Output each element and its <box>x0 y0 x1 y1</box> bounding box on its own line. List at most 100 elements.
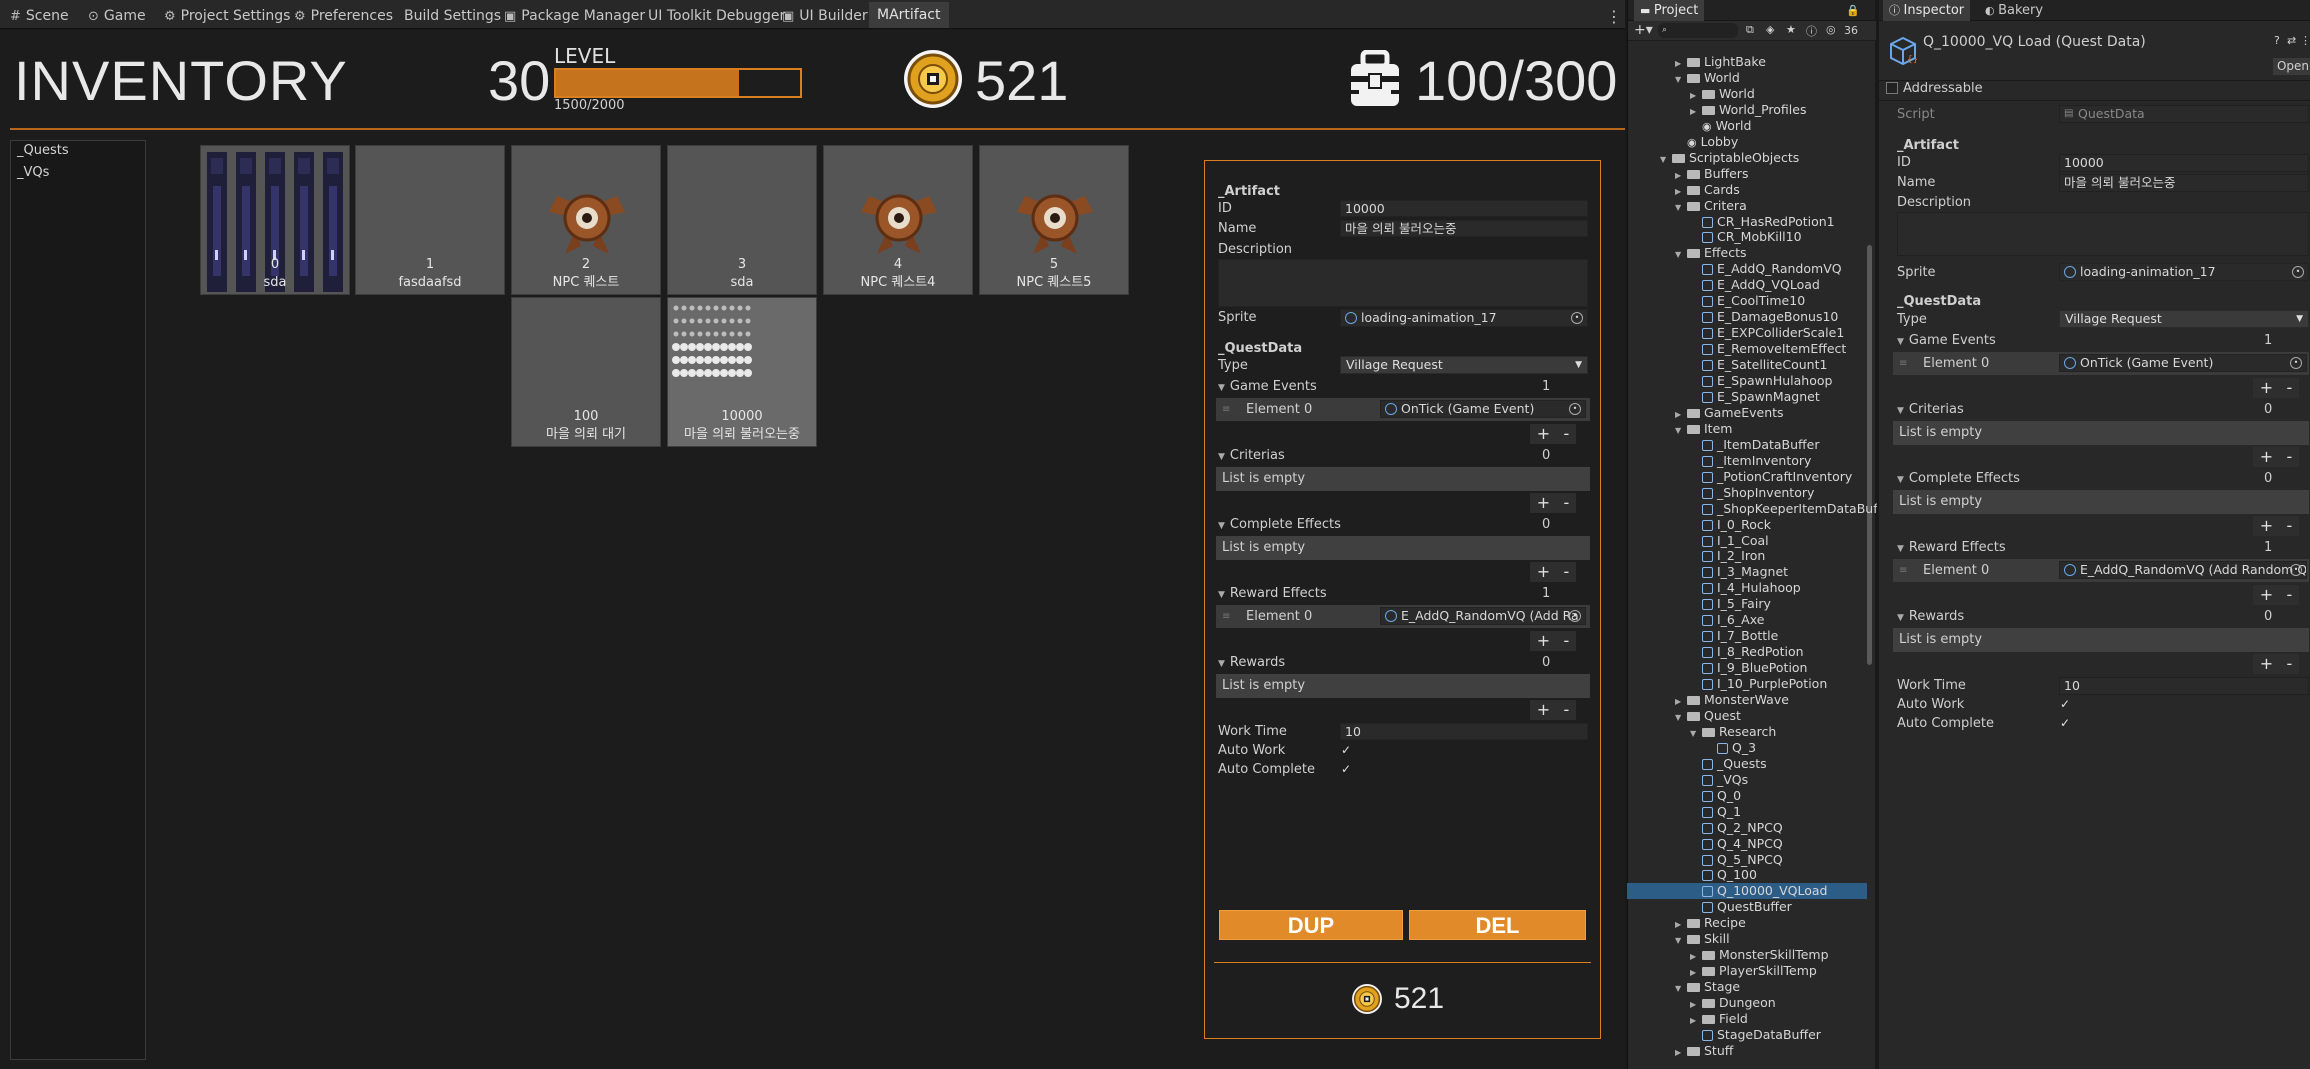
tree-expand-arrow-icon[interactable]: ▼ <box>1675 200 1687 216</box>
item-card[interactable]: 100 마을 의뢰 대기 <box>511 297 661 447</box>
tree-asset-item[interactable]: ◉ Lobby <box>1675 134 1738 150</box>
remove-icon[interactable]: - <box>2287 380 2293 396</box>
remove-icon[interactable]: - <box>2287 656 2293 672</box>
dup-button[interactable]: DUP <box>1219 910 1403 940</box>
drag-handle-icon[interactable]: ≡ <box>1899 352 1907 375</box>
drag-handle-icon[interactable]: ≡ <box>1222 398 1230 421</box>
add-icon[interactable]: + <box>2260 449 2273 465</box>
tree-expand-arrow-icon[interactable]: ▼ <box>1675 933 1687 949</box>
tree-asset-item[interactable]: _ItemInventory <box>1690 453 1811 469</box>
type-dropdown[interactable]: Village Request ▼ <box>1340 356 1588 374</box>
tree-asset-item[interactable]: Q_5_NPCQ <box>1690 852 1783 868</box>
game-events-foldout[interactable]: ▼ Game Events <box>1218 379 1317 394</box>
id-field[interactable]: 10000 <box>2059 154 2309 172</box>
tab-inspector[interactable]: ⓘ Inspector <box>1883 0 1971 21</box>
remove-icon[interactable]: - <box>2287 518 2293 534</box>
tree-folder-item[interactable]: ▶ GameEvents <box>1675 405 1784 421</box>
tab-ui-toolkit-debugger[interactable]: UI Toolkit Debugger <box>648 5 785 27</box>
rewards-foldout[interactable]: ▼ Rewards <box>1218 655 1285 670</box>
tree-asset-item[interactable]: I_0_Rock <box>1690 517 1771 533</box>
remove-icon[interactable]: - <box>1564 702 1570 718</box>
game-events-foldout[interactable]: ▼ Game Events <box>1897 333 1996 348</box>
description-field[interactable] <box>1897 212 2309 256</box>
auto-complete-checkbox[interactable]: ✓ <box>1339 762 1353 776</box>
tree-folder-item[interactable]: ▶ World_Profiles <box>1690 102 1806 118</box>
hidden-count-icon[interactable]: ◎ <box>1826 23 1836 36</box>
rewards-count[interactable]: 0 <box>2264 609 2272 624</box>
tab-game[interactable]: ⊙ Game <box>88 5 146 27</box>
item-card[interactable]: 5 NPC 퀘스트5 <box>979 145 1129 295</box>
tree-folder-item[interactable]: ▼ Critera <box>1675 198 1747 214</box>
addressable-checkbox[interactable] <box>1886 82 1898 94</box>
complete-effects-count[interactable]: 0 <box>1542 517 1550 532</box>
tree-expand-arrow-icon[interactable]: ▼ <box>1690 726 1702 742</box>
object-picker-icon[interactable]: • <box>2292 266 2304 278</box>
del-button[interactable]: DEL <box>1409 910 1586 940</box>
auto-work-checkbox[interactable]: ✓ <box>1339 743 1353 757</box>
remove-icon[interactable]: - <box>1564 633 1570 649</box>
game-event-field[interactable]: OnTick (Game Event) • <box>1380 400 1586 418</box>
tree-folder-item[interactable]: ▶ World <box>1690 86 1755 102</box>
object-picker-icon[interactable]: • <box>1571 312 1583 324</box>
tree-asset-item[interactable]: E_DamageBonus10 <box>1690 309 1838 325</box>
tree-asset-item[interactable]: E_SpawnMagnet <box>1690 389 1820 405</box>
game-event-field[interactable]: OnTick (Game Event) • <box>2059 354 2307 372</box>
project-scrollbar[interactable] <box>1867 245 1872 665</box>
tree-folder-item[interactable]: ▼ Research <box>1690 724 1776 740</box>
tree-asset-item[interactable]: I_8_RedPotion <box>1690 644 1804 660</box>
rewards-count[interactable]: 0 <box>1542 655 1550 670</box>
remove-icon[interactable]: - <box>1564 495 1570 511</box>
tree-expand-arrow-icon[interactable]: ▼ <box>1675 247 1687 263</box>
work-time-field[interactable]: 10 <box>2059 677 2309 695</box>
tree-asset-item[interactable]: Q_3 <box>1705 740 1756 756</box>
sprite-field[interactable]: loading-animation_17 • <box>1340 309 1588 327</box>
tree-expand-arrow-icon[interactable]: ▼ <box>1675 981 1687 997</box>
remove-icon[interactable]: - <box>2287 449 2293 465</box>
criterias-count[interactable]: 0 <box>1542 448 1550 463</box>
reward-effects-foldout[interactable]: ▼ Reward Effects <box>1897 540 2006 555</box>
criterias-foldout[interactable]: ▼ Criterias <box>1218 448 1285 463</box>
tree-folder-item[interactable]: ▼ Item <box>1675 421 1732 437</box>
tree-asset-item[interactable]: I_3_Magnet <box>1690 564 1788 580</box>
tree-folder-item[interactable]: ▶ Recipe <box>1675 915 1746 931</box>
remove-icon[interactable]: - <box>1564 426 1570 442</box>
category-item-vqs[interactable]: _VQs <box>17 165 49 180</box>
tree-asset-item[interactable]: StageDataBuffer <box>1690 1027 1821 1043</box>
object-picker-icon[interactable]: • <box>2290 357 2302 369</box>
help-icon[interactable]: ? <box>2274 34 2280 47</box>
tree-folder-item[interactable]: ▶ MonsterWave <box>1675 692 1789 708</box>
id-field[interactable]: 10000 <box>1340 200 1588 217</box>
tree-asset-item[interactable]: E_SpawnHulahoop <box>1690 373 1832 389</box>
tree-asset-item[interactable]: E_AddQ_VQLoad <box>1690 277 1820 293</box>
category-item-quests[interactable]: _Quests <box>17 143 69 158</box>
name-field[interactable]: 마을 의뢰 불러오는중 <box>1340 220 1588 237</box>
add-icon[interactable]: + <box>1537 426 1550 442</box>
reward-effect-field[interactable]: E_AddQ_RandomVQ (Add Random Qu • <box>2059 561 2307 579</box>
drag-handle-icon[interactable]: ≡ <box>1222 605 1230 628</box>
complete-effects-count[interactable]: 0 <box>2264 471 2272 486</box>
add-icon[interactable]: + <box>2260 587 2273 603</box>
tree-folder-item[interactable]: ▶ Dungeon <box>1690 995 1776 1011</box>
tree-asset-item[interactable]: QuestBuffer <box>1690 899 1792 915</box>
item-card[interactable]: 3 sda <box>667 145 817 295</box>
item-card[interactable]: 1 fasdaafsd <box>355 145 505 295</box>
tab-project[interactable]: ▬ Project <box>1634 0 1705 21</box>
create-plus-icon[interactable]: +▾ <box>1634 22 1653 38</box>
reward-effects-count[interactable]: 1 <box>2264 540 2272 555</box>
tree-asset-item[interactable]: E_CoolTime10 <box>1690 293 1805 309</box>
more-menu-icon[interactable]: ⋮ <box>2300 34 2310 47</box>
tab-ui-builder[interactable]: ▣ UI Builder <box>782 5 868 27</box>
description-field[interactable] <box>1218 259 1588 307</box>
game-events-count[interactable]: 1 <box>2264 333 2272 348</box>
item-card[interactable]: 2 NPC 퀘스트 <box>511 145 661 295</box>
tree-folder-item[interactable]: ▶ LightBake <box>1675 54 1766 70</box>
tree-asset-item[interactable]: I_1_Coal <box>1690 533 1769 549</box>
add-icon[interactable]: + <box>2260 380 2273 396</box>
tree-asset-item[interactable]: Q_10000_VQLoad <box>1690 883 1827 899</box>
filter-label-icon[interactable]: ◈ <box>1766 23 1774 36</box>
object-picker-icon[interactable]: • <box>1569 610 1581 622</box>
tree-folder-item[interactable]: ▼ Skill <box>1675 931 1730 947</box>
tab-preferences[interactable]: ⚙ Preferences <box>294 5 393 27</box>
favorite-icon[interactable]: ★ <box>1786 23 1796 36</box>
tree-expand-arrow-icon[interactable]: ▶ <box>1675 1045 1687 1061</box>
